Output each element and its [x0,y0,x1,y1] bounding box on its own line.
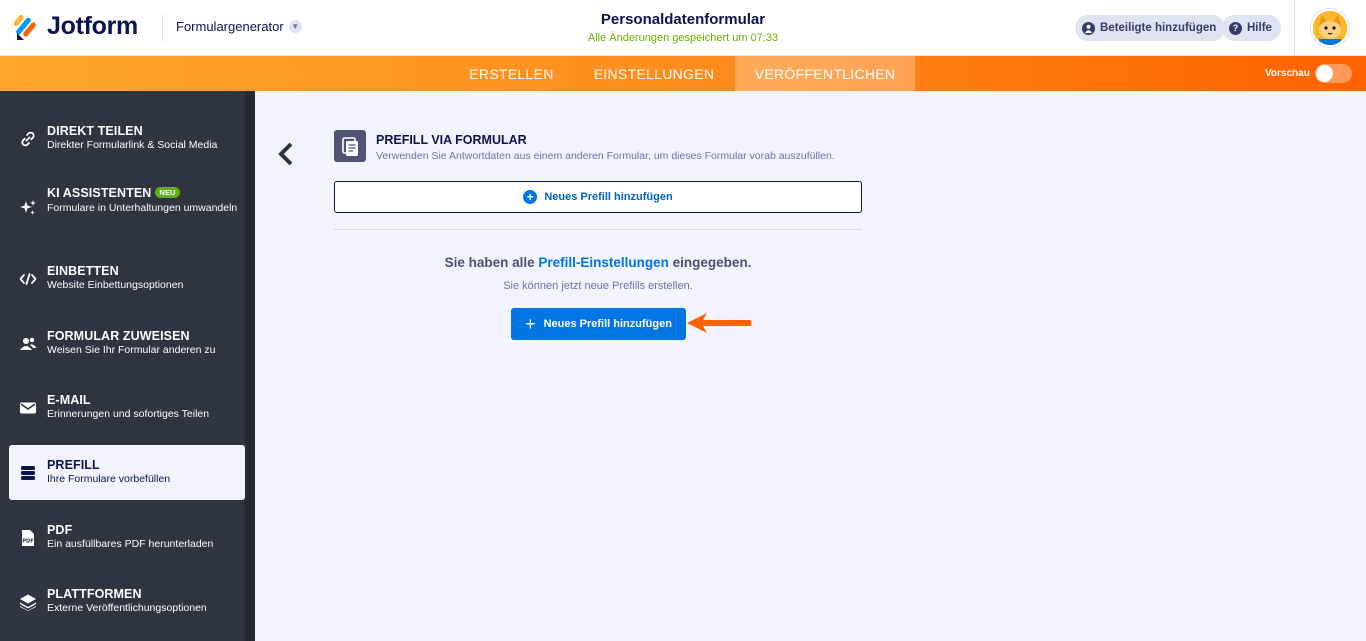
annotation-arrow-icon [683,309,755,337]
sidebar-item-ki-assistenten[interactable]: KI ASSISTENTEN NEU Formulare in Unterhalt… [9,176,245,240]
sidebar-item-title: KI ASSISTENTEN NEU [47,186,180,200]
envelope-icon [19,399,37,417]
sidebar-item-subtitle: Erinnerungen und sofortiges Teilen [47,408,210,420]
add-prefill-primary-button[interactable]: + Neues Prefill hinzufügen [511,308,686,340]
header-divider-right [1294,0,1295,56]
user-icon [1082,21,1095,35]
copy-form-icon [334,130,366,162]
builder-navbar: ERSTELLEN EINSTELLUNGEN VERÖFFENTLICHEN … [0,56,1366,91]
sparkle-icon [19,199,37,217]
pdf-icon: PDF [19,529,37,547]
sidebar-item-plattformen[interactable]: PLATTFORMEN Externe Veröffentlichungsopt… [9,574,245,629]
content-divider [334,229,862,230]
all-set-message: Sie haben alle Prefill-Einstellungen ein… [334,255,862,270]
link-icon [19,130,37,148]
plus-icon: + [525,314,536,334]
sidebar-item-einbetten[interactable]: EINBETTEN Website Einbettungsoptionen [9,251,245,306]
sidebar-item-title: EINBETTEN [47,264,119,278]
sidebar-item-subtitle: Formulare in Unterhaltungen umwandeln [47,202,238,214]
done-suffix: eingegeben. [672,255,752,270]
prefill-settings-link[interactable]: Prefill-Einstellungen [538,255,669,270]
tab-einstellungen[interactable]: EINSTELLUNGEN [573,56,735,91]
done-prefix: Sie haben alle [444,255,535,270]
plus-circle-icon: + [523,190,538,204]
sidebar-item-subtitle: Weisen Sie Ihr Formular anderen zu [47,344,216,356]
add-prefill-outline-button[interactable]: + Neues Prefill hinzufügen [334,181,862,213]
svg-text:PDF: PDF [22,538,33,544]
section-description: Verwenden Sie Antwortdaten aus einem and… [376,150,835,162]
tab-veroeffentlichen[interactable]: VERÖFFENTLICHEN [735,56,915,91]
sidebar-item-title: FORMULAR ZUWEISEN [47,329,190,343]
create-new-hint: Sie können jetzt neue Prefills erstellen… [503,280,693,292]
sidebar-item-title: E-MAIL [47,393,91,407]
back-button[interactable] [276,142,296,166]
sidebar-item-title: PDF [47,523,73,537]
sidebar-item-subtitle: Ein ausfüllbares PDF herunterladen [47,538,214,550]
add-prefill-label: Neues Prefill hinzufügen [544,191,673,203]
chevron-left-icon [278,142,293,166]
sidebar-item-title: PLATTFORMEN [47,587,142,601]
sidebar-item-title: PREFILL [47,458,100,472]
invite-label: Beteiligte hinzufügen [1100,22,1217,34]
sidebar-item-title-text: KI ASSISTENTEN [47,186,152,200]
section-title: PREFILL VIA FORMULAR [376,133,527,147]
preview-toggle[interactable] [1315,64,1352,83]
sidebar-item-e-mail[interactable]: E-MAIL Erinnerungen und sofortiges Teile… [9,380,245,435]
toggle-knob [1316,65,1333,82]
help-label: Hilfe [1247,22,1272,34]
sidebar-item-prefill[interactable]: PREFILL Ihre Formulare vorbefüllen [9,445,245,500]
sidebar-item-pdf[interactable]: PDF PDF Ein ausfüllbares PDF herunterlad… [9,510,245,565]
sidebar-edge [245,91,255,641]
sidebar-item-subtitle: Externe Veröffentlichungsoptionen [47,602,207,614]
help-icon: ? [1229,21,1242,35]
avatar[interactable] [1311,9,1349,47]
sidebar-item-direkt-teilen[interactable]: DIREKT TEILEN Direkter Formularlink & So… [9,111,245,166]
top-header: Jotform Formulargenerator ▼ Personaldate… [0,0,1366,56]
users-icon [19,335,37,353]
sidebar-item-subtitle: Website Einbettungsoptionen [47,279,184,291]
add-prefill-primary-label: Neues Prefill hinzufügen [543,318,672,330]
sidebar-item-subtitle: Ihre Formulare vorbefüllen [47,473,171,485]
tab-erstellen[interactable]: ERSTELLEN [450,56,573,91]
sidebar-item-formular-zuweisen[interactable]: FORMULAR ZUWEISEN Weisen Sie Ihr Formula… [9,316,245,371]
help-button[interactable]: ? Hilfe [1222,15,1281,41]
sidebar-item-subtitle: Direkter Formularlink & Social Media [47,139,218,151]
layers-icon [19,593,37,611]
database-icon [19,464,37,482]
preview-label: Vorschau [1265,68,1310,79]
new-badge: NEU [155,187,180,198]
sidebar-item-title: DIREKT TEILEN [47,124,143,138]
invite-collaborators-button[interactable]: Beteiligte hinzufügen [1075,15,1226,41]
code-icon [19,270,37,288]
